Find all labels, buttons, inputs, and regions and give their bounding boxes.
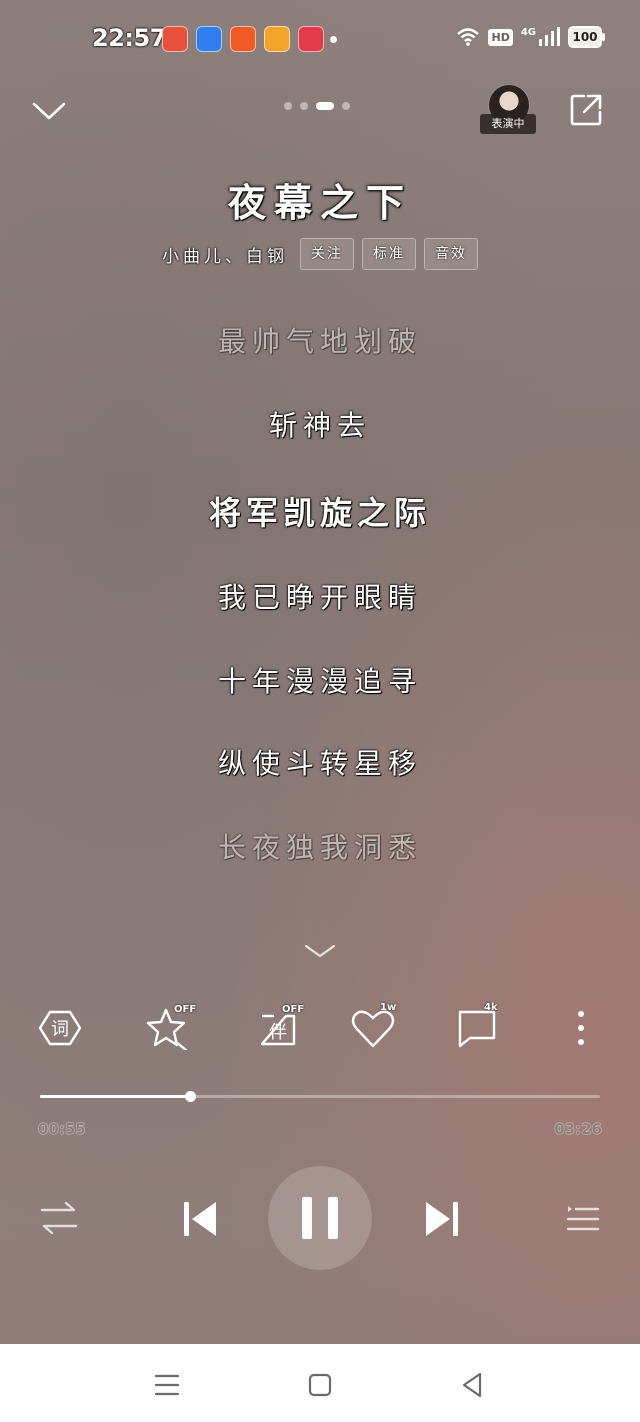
page-indicator [284, 102, 350, 110]
transport-controls [0, 1166, 640, 1272]
effects-off-badge: OFF [174, 1004, 197, 1015]
play-mode-button[interactable] [38, 1198, 80, 1238]
lyric-line: 纵使斗转星移 [217, 747, 422, 780]
likes-count-badge: 1w [380, 1002, 397, 1013]
quality-button[interactable]: 标准 [362, 238, 416, 270]
lyrics-toggle-button[interactable]: 词 [32, 1000, 88, 1056]
page-dot[interactable] [284, 102, 292, 110]
app-notification-icon [264, 26, 290, 52]
playback-progress-slider[interactable] [40, 1090, 600, 1104]
back-triangle-icon [462, 1372, 482, 1398]
notification-app-icons [162, 26, 324, 52]
app-notification-icon [230, 26, 256, 52]
share-button[interactable] [566, 90, 606, 130]
signal-strength-icon [539, 27, 560, 46]
page-dot[interactable] [342, 102, 350, 110]
status-bar: 22:57 HD 4G 100 [0, 0, 640, 80]
pause-button[interactable] [268, 1166, 372, 1270]
lyric-line: 我已睁开眼睛 [217, 581, 422, 614]
more-vertical-icon [578, 1011, 584, 1045]
action-bar: 词 OFF 伴 OFF 1w 4k [0, 1000, 640, 1060]
accompaniment-off-badge: OFF [282, 1004, 305, 1015]
previous-track-button[interactable] [178, 1198, 222, 1240]
collapse-player-button[interactable] [30, 92, 68, 130]
lyrics-toggle-label: 词 [51, 1019, 69, 1040]
back-button[interactable] [456, 1368, 490, 1402]
battery-level: 100 [572, 30, 598, 44]
battery-icon: 100 [568, 26, 605, 48]
current-time: 00:55 [38, 1120, 86, 1138]
performer-avatar-button[interactable]: 表演中 [480, 84, 536, 136]
song-meta-row: 小曲儿、白钢 关注 标准 音效 [0, 238, 640, 270]
lyric-line: 最帅气地划破 [217, 325, 422, 358]
artist-names[interactable]: 小曲儿、白钢 [162, 242, 288, 267]
skip-next-icon [426, 1202, 458, 1236]
song-title: 夜幕之下 [227, 180, 412, 225]
chevron-down-icon [32, 102, 66, 120]
page-dot-active[interactable] [316, 102, 334, 110]
share-external-icon [570, 94, 602, 126]
network-type-label: 4G [520, 26, 536, 38]
sound-effect-button[interactable]: 音效 [424, 238, 478, 270]
more-notifications-dot-icon [330, 36, 337, 43]
total-duration: 03:26 [554, 1120, 602, 1138]
skip-previous-icon [184, 1202, 216, 1236]
lyrics-hexagon-icon: 词 [38, 1010, 82, 1046]
like-button[interactable]: 1w [344, 1000, 400, 1056]
playlist-icon [566, 1206, 600, 1231]
comments-count-badge: 4k [484, 1002, 498, 1013]
playlist-button[interactable] [562, 1198, 602, 1238]
status-time: 22:57 [92, 24, 166, 52]
comments-button[interactable]: 4k [450, 1000, 506, 1056]
lyric-line: 长夜独我洞悉 [217, 831, 422, 864]
effects-button[interactable]: OFF [140, 1000, 196, 1056]
app-notification-icon [196, 26, 222, 52]
home-button[interactable] [303, 1368, 337, 1402]
repeat-list-icon [40, 1201, 78, 1235]
next-track-button[interactable] [420, 1198, 464, 1240]
home-square-icon [308, 1373, 332, 1397]
accompaniment-label: 伴 [269, 1022, 287, 1043]
menu-lines-icon [154, 1374, 180, 1396]
hd-voice-icon: HD [488, 28, 513, 46]
music-player-screen: 22:57 HD 4G 100 表演中 夜幕之下 小曲儿、白钢 关注 标准 音效… [0, 0, 640, 1422]
expand-lyrics-button[interactable] [300, 940, 340, 964]
lyric-line-current: 将军凯旋之际 [208, 494, 431, 532]
more-options-button[interactable] [554, 1000, 610, 1056]
app-notification-icon [162, 26, 188, 52]
system-status-icons: HD 4G 100 [456, 26, 605, 48]
accompaniment-button[interactable]: 伴 OFF [252, 1000, 308, 1056]
progress-fill [40, 1095, 190, 1098]
system-navigation-bar [0, 1344, 640, 1422]
pause-icon [302, 1197, 338, 1239]
recent-apps-button[interactable] [150, 1368, 184, 1402]
follow-button[interactable]: 关注 [300, 238, 354, 270]
progress-thumb[interactable] [184, 1091, 196, 1102]
performing-tag: 表演中 [480, 114, 536, 134]
wifi-icon [457, 28, 480, 46]
lyric-line: 斩神去 [268, 409, 371, 442]
chevron-down-icon [304, 944, 336, 958]
page-dot[interactable] [300, 102, 308, 110]
app-notification-icon [298, 26, 324, 52]
lyric-line: 十年漫漫追寻 [217, 665, 422, 698]
